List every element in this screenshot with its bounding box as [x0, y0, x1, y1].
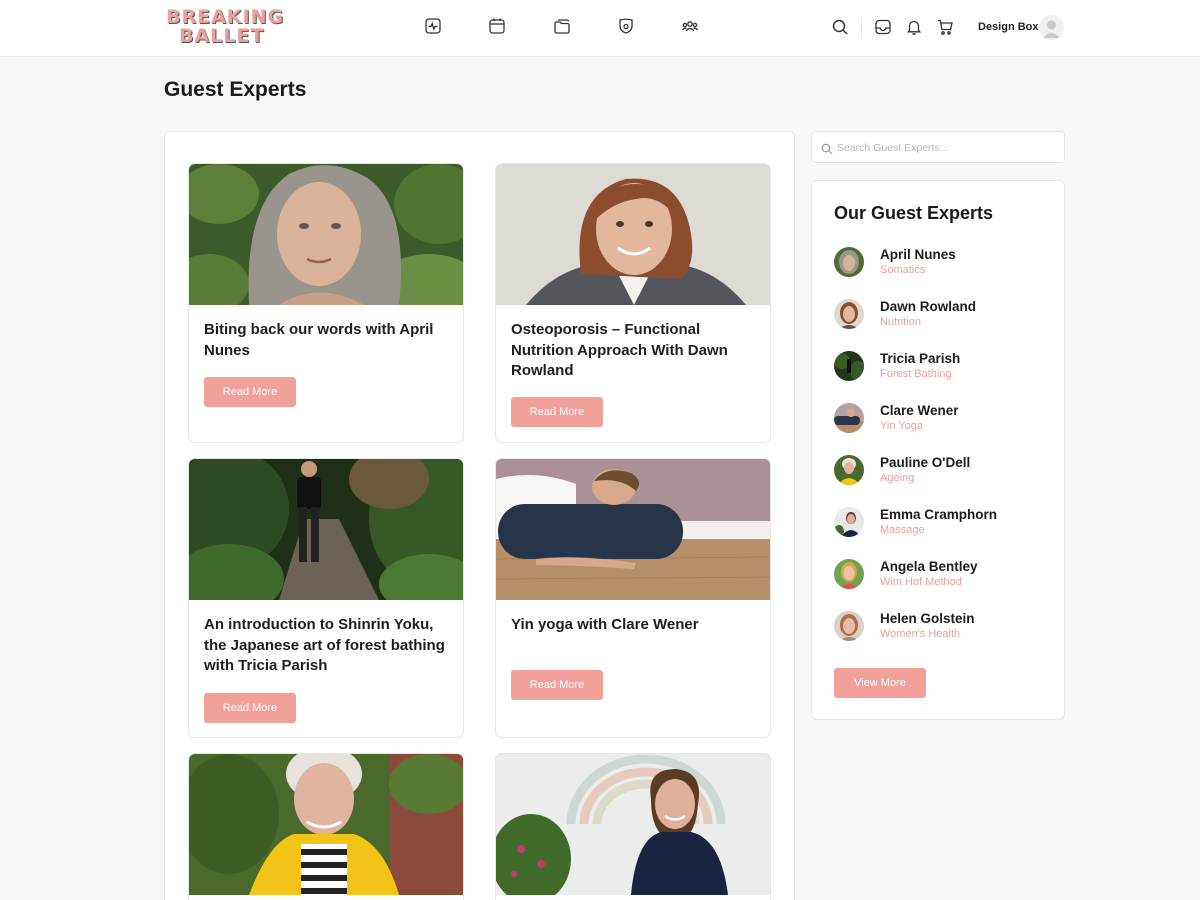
- expert-name[interactable]: Tricia Parish: [880, 351, 960, 366]
- user-name[interactable]: Design Box: [978, 21, 1039, 33]
- expert-name[interactable]: Clare Wener: [880, 403, 959, 418]
- header-divider: [861, 17, 862, 39]
- expert-list-item[interactable]: Angela Bentley Wim Hof Method: [834, 559, 1054, 595]
- expert-specialty: Women's Health: [880, 628, 961, 640]
- expert-list-item[interactable]: Pauline O'Dell Ageing: [834, 455, 1054, 491]
- expert-specialty: Massage: [880, 524, 925, 536]
- card-title[interactable]: Biting back our words with April Nunes: [204, 320, 450, 361]
- card-image-yin-yoga[interactable]: [496, 459, 770, 600]
- read-more-button[interactable]: Read More: [511, 670, 603, 700]
- expert-avatar[interactable]: [834, 351, 864, 381]
- badge-icon[interactable]: [617, 17, 635, 35]
- expert-card[interactable]: [495, 753, 771, 900]
- expert-avatar[interactable]: [834, 455, 864, 485]
- card-image-dawn-rowland[interactable]: [496, 164, 770, 305]
- calendar-icon[interactable]: [488, 17, 506, 35]
- expert-list-item[interactable]: April Nunes Somatics: [834, 247, 1054, 283]
- expert-avatar[interactable]: [834, 247, 864, 277]
- expert-avatar[interactable]: [834, 507, 864, 537]
- expert-name[interactable]: April Nunes: [880, 247, 956, 262]
- bell-icon[interactable]: [905, 18, 923, 36]
- activity-icon[interactable]: [424, 17, 442, 35]
- expert-name[interactable]: Angela Bentley: [880, 559, 978, 574]
- logo-line-2: BALLET: [179, 25, 265, 47]
- search-icon[interactable]: [831, 18, 849, 36]
- card-image-yellow-raincoat[interactable]: [189, 754, 463, 895]
- expert-specialty: Somatics: [880, 264, 926, 276]
- card-title[interactable]: Osteoporosis – Functional Nutrition Appr…: [511, 320, 757, 382]
- expert-name[interactable]: Emma Cramphorn: [880, 507, 997, 522]
- expert-name[interactable]: Dawn Rowland: [880, 299, 976, 314]
- expert-avatar[interactable]: [834, 611, 864, 641]
- inbox-icon[interactable]: [874, 18, 892, 36]
- card-title[interactable]: Yin yoga with Clare Wener: [511, 615, 757, 636]
- expert-avatar[interactable]: [834, 299, 864, 329]
- page-title: Guest Experts: [164, 78, 307, 101]
- search-input[interactable]: [837, 139, 1057, 157]
- community-icon[interactable]: [681, 17, 699, 35]
- our-guest-experts-panel: Our Guest Experts April Nunes Somatics D…: [811, 180, 1065, 720]
- sidebar-title: Our Guest Experts: [834, 203, 994, 223]
- expert-list-item[interactable]: Tricia Parish Forest Bathing: [834, 351, 1054, 387]
- expert-avatar[interactable]: [834, 559, 864, 589]
- expert-list-item[interactable]: Clare Wener Yin Yoga: [834, 403, 1054, 439]
- read-more-button[interactable]: Read More: [511, 397, 603, 427]
- expert-card[interactable]: An introduction to Shinrin Yoku, the Jap…: [188, 458, 464, 738]
- card-image-forest-path[interactable]: [189, 459, 463, 600]
- expert-name[interactable]: Helen Golstein: [880, 611, 975, 626]
- search-guest-experts[interactable]: [811, 131, 1065, 163]
- read-more-button[interactable]: Read More: [204, 693, 296, 723]
- expert-avatar[interactable]: [834, 403, 864, 433]
- expert-specialty: Forest Bathing: [880, 368, 952, 380]
- expert-specialty: Wim Hof Method: [880, 576, 962, 588]
- expert-specialty: Yin Yoga: [880, 420, 924, 432]
- read-more-button[interactable]: Read More: [204, 377, 296, 407]
- search-icon: [821, 142, 833, 155]
- view-more-button[interactable]: View More: [834, 668, 926, 698]
- folder-icon[interactable]: [553, 17, 571, 35]
- cart-icon[interactable]: [936, 18, 954, 36]
- expert-list-item[interactable]: Emma Cramphorn Massage: [834, 507, 1054, 543]
- card-image-rainbow-wall[interactable]: [496, 754, 770, 895]
- expert-list-item[interactable]: Helen Golstein Women's Health: [834, 611, 1054, 647]
- expert-specialty: Ageing: [880, 472, 915, 484]
- expert-list-item[interactable]: Dawn Rowland Nutrition: [834, 299, 1054, 335]
- expert-card[interactable]: [188, 753, 464, 900]
- expert-specialty: Nutrition: [880, 316, 921, 328]
- experts-grid-panel: Biting back our words with April Nunes R…: [164, 131, 795, 900]
- expert-name[interactable]: Pauline O'Dell: [880, 455, 970, 470]
- site-logo[interactable]: BREAKING BALLET: [166, 8, 283, 48]
- card-title[interactable]: An introduction to Shinrin Yoku, the Jap…: [204, 615, 450, 677]
- expert-card[interactable]: Biting back our words with April Nunes R…: [188, 163, 464, 443]
- expert-card[interactable]: Osteoporosis – Functional Nutrition Appr…: [495, 163, 771, 443]
- card-image-april-nunes[interactable]: [189, 164, 463, 305]
- top-header: BREAKING BALLET Design Box: [0, 0, 1200, 57]
- user-avatar[interactable]: [1039, 15, 1064, 40]
- expert-card[interactable]: Yin yoga with Clare Wener Read More: [495, 458, 771, 738]
